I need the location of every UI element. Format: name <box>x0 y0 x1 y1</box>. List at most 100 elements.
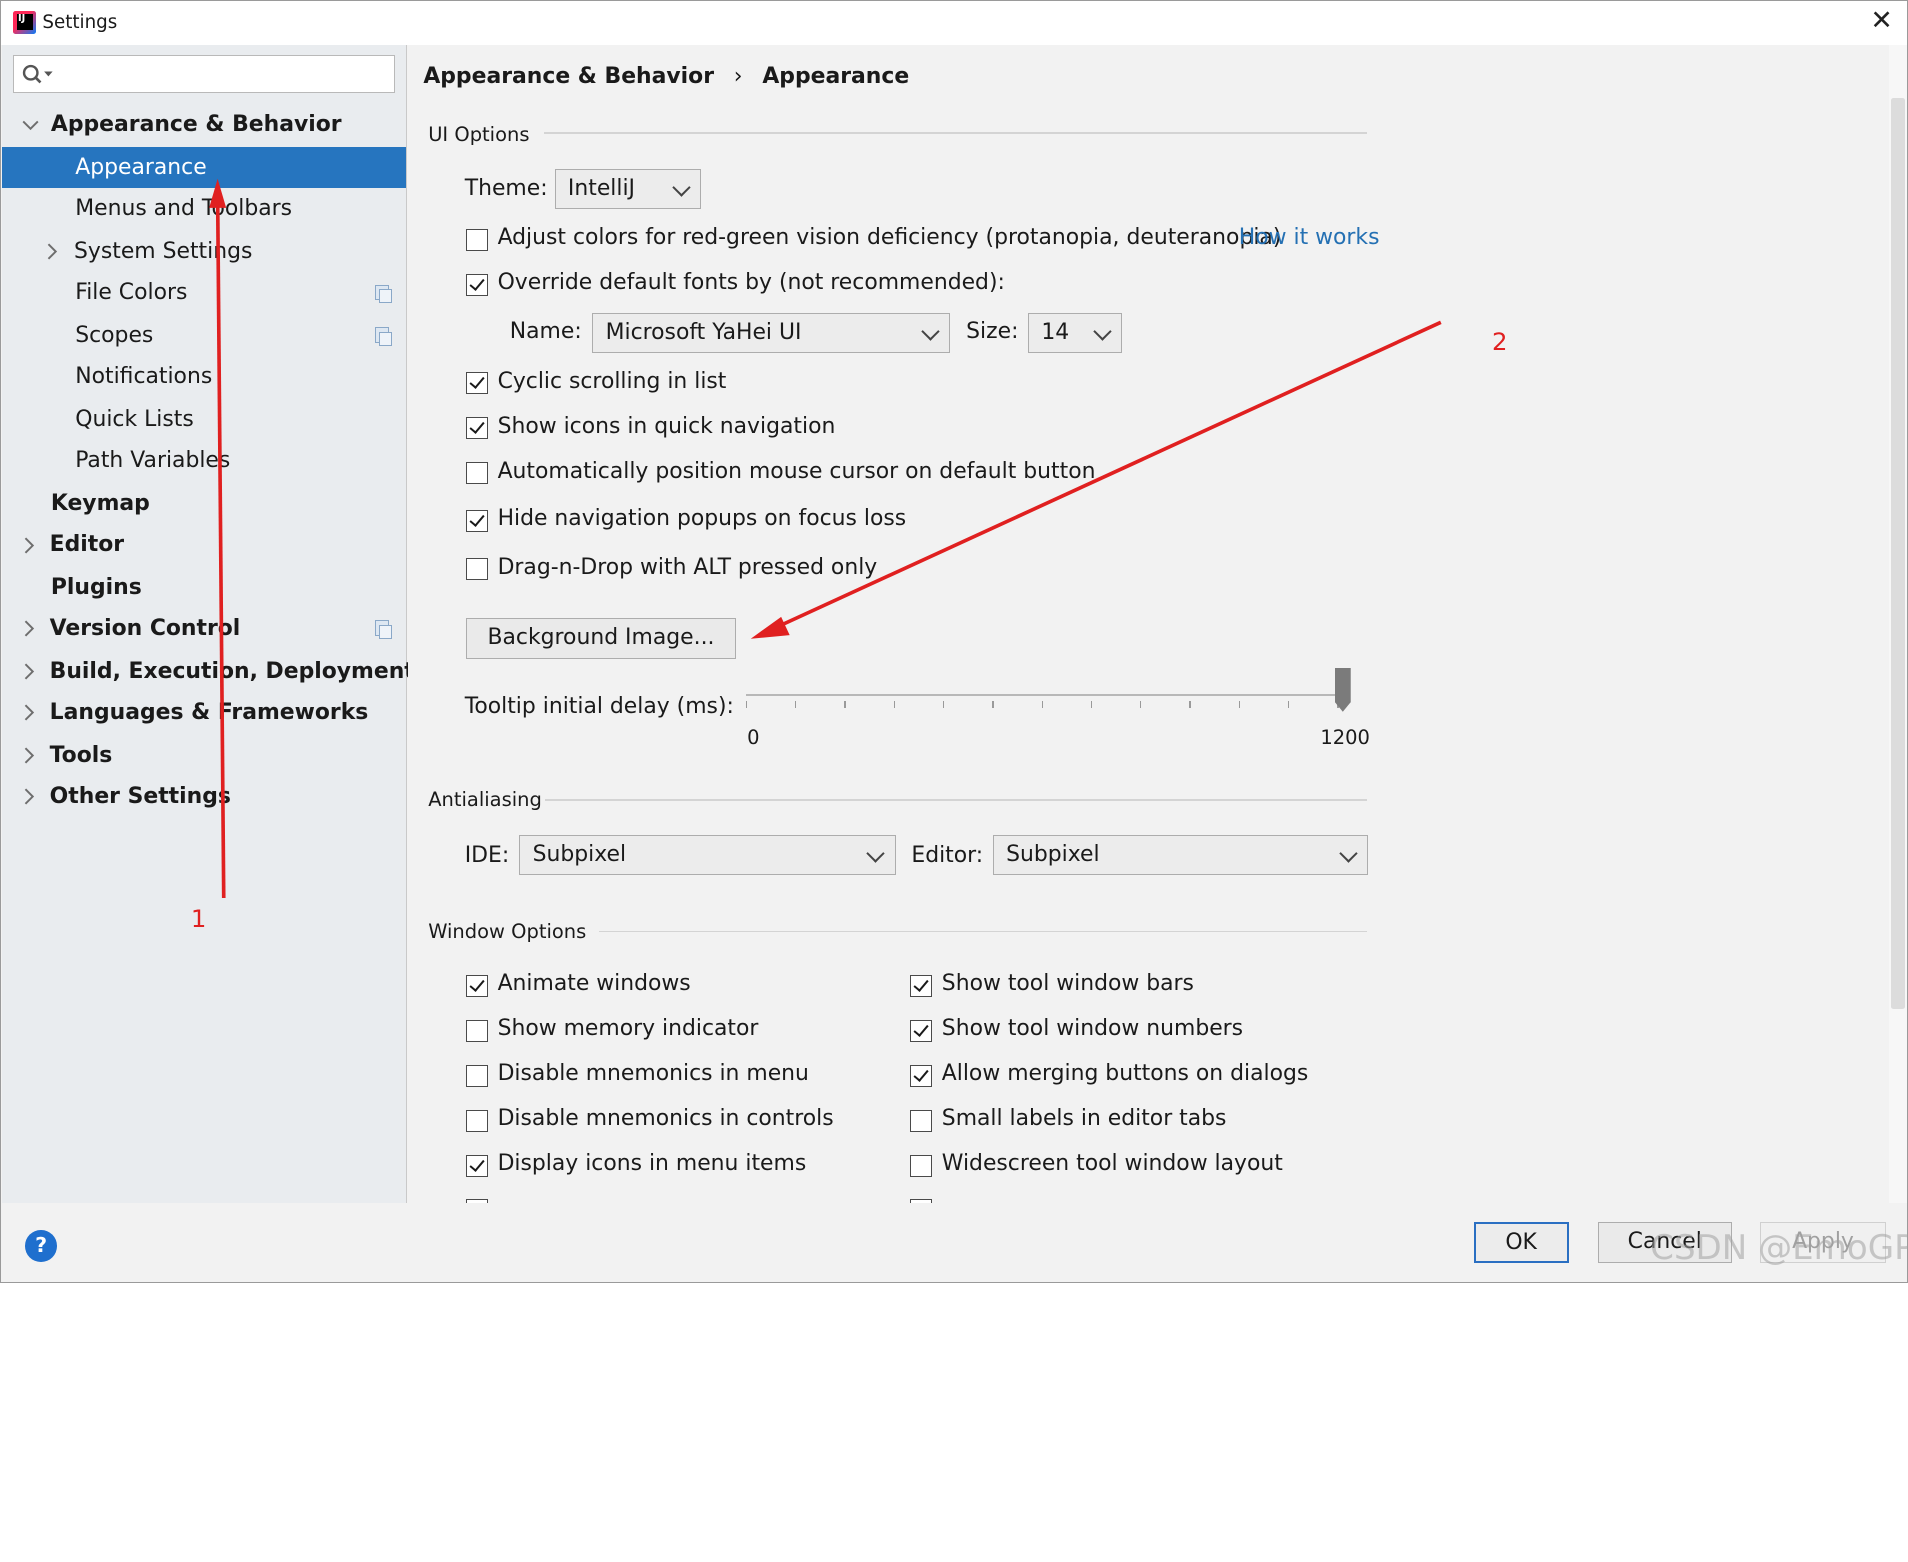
show-tool-window-bars-label: Show tool window bars <box>941 971 1194 997</box>
project-level-icon <box>374 620 392 639</box>
tree-item-appearance-behavior[interactable]: Appearance & Behavior <box>2 104 406 145</box>
section-title-ui-options: UI Options <box>428 122 530 146</box>
tree-item-appearance[interactable]: Appearance <box>2 147 407 189</box>
tree-item-plugins[interactable]: Plugins <box>2 567 406 608</box>
show-memory-indicator-checkbox[interactable] <box>465 1019 488 1042</box>
close-icon[interactable]: ✕ <box>1870 7 1892 35</box>
window-title: Settings <box>42 11 118 33</box>
show-tool-window-numbers-checkbox[interactable] <box>910 1019 933 1042</box>
section-title-window-options: Window Options <box>428 919 587 943</box>
breadcrumb-separator-icon: › <box>733 64 743 90</box>
slider-tick <box>1140 700 1142 709</box>
display-icons-menu-items-checkbox[interactable] <box>465 1154 488 1177</box>
tree-item-editor[interactable]: Editor <box>2 524 406 565</box>
tree-item-label: Keymap <box>50 490 150 516</box>
theme-value: IntelliJ <box>567 175 636 201</box>
ide-aa-label: IDE: <box>464 843 510 869</box>
adjust-colors-label: Adjust colors for red-green vision defic… <box>497 224 1282 250</box>
slider-tick <box>943 700 945 709</box>
tree-item-scopes[interactable]: Scopes <box>2 315 406 356</box>
animate-windows-label: Animate windows <box>497 971 691 997</box>
scrollbar-thumb[interactable] <box>1891 98 1905 1009</box>
tree-item-label: File Colors <box>75 280 188 306</box>
breadcrumb-parent[interactable]: Appearance & Behavior <box>423 64 714 89</box>
font-name-select[interactable]: Microsoft YaHei UI <box>592 312 951 353</box>
tree-item-label: Appearance & Behavior <box>50 112 342 138</box>
project-level-icon <box>374 327 392 346</box>
cyclic-scrolling-checkbox[interactable] <box>465 372 488 395</box>
content-scrollbar[interactable] <box>1888 44 1907 1204</box>
tree-item-label: System Settings <box>74 239 253 265</box>
tooltip-delay-label: Tooltip initial delay (ms): <box>464 693 734 719</box>
drag-alt-checkbox[interactable] <box>465 558 488 581</box>
tree-item-path-variables[interactable]: Path Variables <box>2 440 406 481</box>
tooltip-max-label: 1200 <box>1320 726 1370 750</box>
tooltip-delay-slider[interactable] <box>743 667 1352 729</box>
slider-tick <box>1189 700 1191 709</box>
auto-position-mouse-label: Automatically position mouse cursor on d… <box>497 458 1096 484</box>
tree-item-languages-frameworks[interactable]: Languages & Frameworks <box>2 692 406 733</box>
animate-windows-checkbox[interactable] <box>465 974 488 997</box>
editor-aa-label: Editor: <box>911 843 984 869</box>
tree-item-keymap[interactable]: Keymap <box>2 483 406 524</box>
tree-item-file-colors[interactable]: File Colors <box>2 272 406 313</box>
tree-item-notifications[interactable]: Notifications <box>2 356 406 397</box>
auto-position-mouse-checkbox[interactable] <box>465 462 488 485</box>
chevron-right-icon <box>24 621 35 637</box>
intellij-app-icon <box>13 10 37 34</box>
small-labels-editor-tabs-checkbox[interactable] <box>910 1109 933 1132</box>
font-size-select[interactable]: 14 <box>1028 312 1122 353</box>
settings-window: Settings ✕ Appearance & Behavior Appeara… <box>0 0 1908 1283</box>
settings-content: Appearance & Behavior › Appearance UI Op… <box>407 44 1888 1204</box>
tree-item-label: Appearance <box>75 155 207 181</box>
show-icons-nav-checkbox[interactable] <box>465 417 488 440</box>
section-divider <box>543 132 1367 134</box>
tree-item-menus-toolbars[interactable]: Menus and Toolbars <box>2 188 406 229</box>
section-title-antialiasing: Antialiasing <box>428 788 542 812</box>
watermark: CSDN @EmoGP <box>1650 1227 1908 1268</box>
how-it-works-link[interactable]: How it works <box>1239 225 1380 250</box>
tree-item-tools[interactable]: Tools <box>2 735 406 776</box>
widescreen-layout-checkbox[interactable] <box>910 1154 933 1177</box>
ide-aa-select[interactable]: Subpixel <box>519 834 896 875</box>
disable-mnemonics-controls-checkbox[interactable] <box>465 1109 488 1132</box>
theme-select[interactable]: IntelliJ <box>554 168 701 210</box>
chevron-down-icon <box>866 843 886 863</box>
show-tool-window-numbers-label: Show tool window numbers <box>941 1016 1244 1042</box>
cyclic-scrolling-label: Cyclic scrolling in list <box>497 368 727 394</box>
slider-tick <box>992 700 994 709</box>
override-fonts-checkbox[interactable] <box>465 273 488 296</box>
display-icons-menu-items-label: Display icons in menu items <box>497 1151 807 1177</box>
chevron-down-icon <box>22 120 39 131</box>
help-button[interactable]: ? <box>25 1230 57 1262</box>
ide-aa-value: Subpixel <box>532 841 627 867</box>
hide-nav-popups-checkbox[interactable] <box>465 509 488 532</box>
tree-item-build-execution-deployment[interactable]: Build, Execution, Deployment <box>2 651 415 692</box>
adjust-colors-checkbox[interactable] <box>465 228 488 251</box>
disable-mnemonics-menu-checkbox[interactable] <box>465 1064 488 1087</box>
editor-aa-select[interactable]: Subpixel <box>992 834 1368 875</box>
background-image-button[interactable]: Background Image... <box>465 618 737 660</box>
tree-item-label: Quick Lists <box>75 406 194 432</box>
tree-item-other-settings[interactable]: Other Settings <box>2 776 406 817</box>
tree-item-label: Scopes <box>75 323 154 348</box>
show-icons-nav-label: Show icons in quick navigation <box>497 413 836 439</box>
allow-merging-buttons-checkbox[interactable] <box>910 1064 933 1087</box>
show-tool-window-bars-checkbox[interactable] <box>910 974 933 997</box>
project-level-icon <box>374 284 392 303</box>
tree-item-label: Plugins <box>50 574 142 600</box>
chevron-right-icon <box>24 788 35 805</box>
annotation-label-2: 2 <box>1491 327 1508 357</box>
breadcrumb: Appearance & Behavior › Appearance <box>423 64 909 89</box>
chevron-right-icon <box>24 663 35 680</box>
chevron-down-icon <box>1093 321 1112 341</box>
tree-item-quick-lists[interactable]: Quick Lists <box>2 399 406 440</box>
slider-tick <box>745 700 748 709</box>
disable-mnemonics-menu-label: Disable mnemonics in menu <box>497 1061 809 1087</box>
tree-item-label: Editor <box>49 532 125 558</box>
ok-button[interactable]: OK <box>1473 1221 1569 1264</box>
search-input[interactable] <box>13 54 396 94</box>
slider-tick <box>893 700 895 709</box>
tree-item-version-control[interactable]: Version Control <box>2 608 406 649</box>
tree-item-system-settings[interactable]: System Settings <box>2 231 406 272</box>
